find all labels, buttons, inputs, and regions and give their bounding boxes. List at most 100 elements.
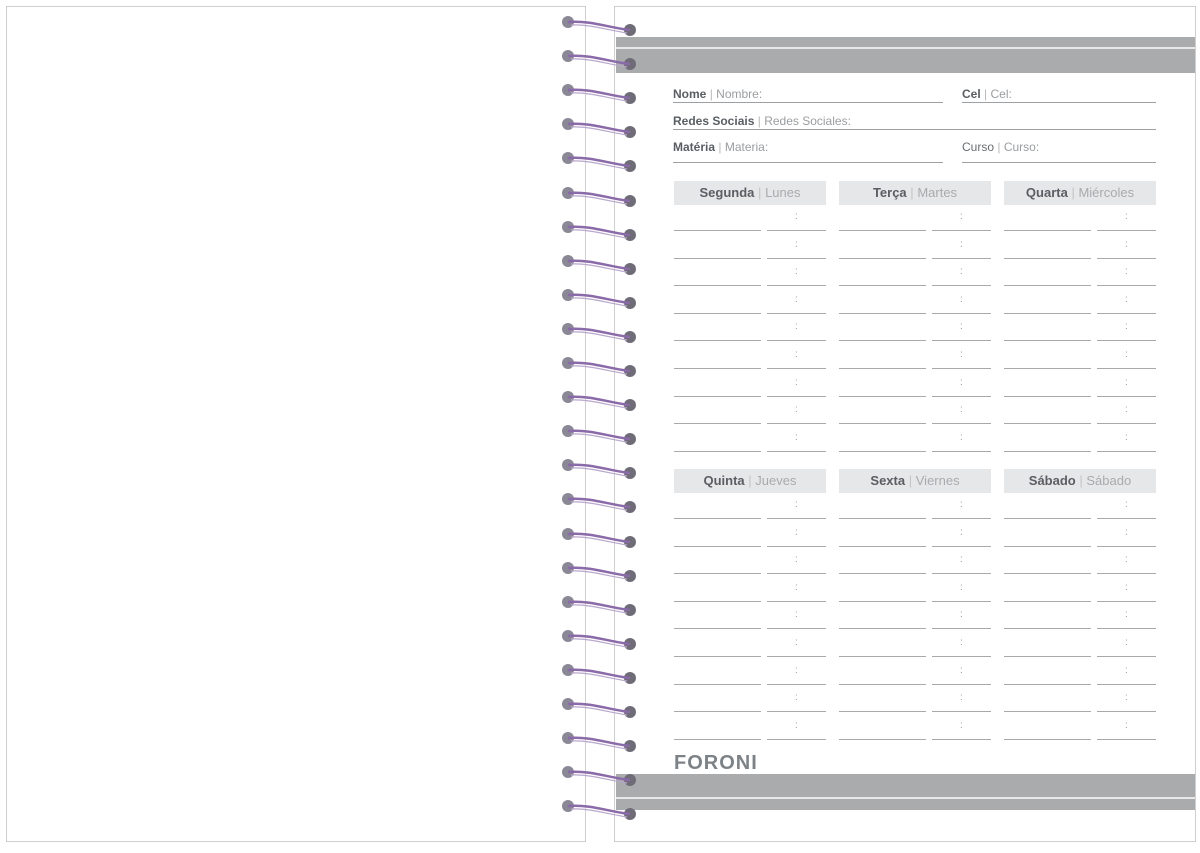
time-entry-line[interactable] bbox=[767, 711, 826, 713]
subject-entry-line[interactable] bbox=[1004, 738, 1091, 740]
subject-entry-line[interactable] bbox=[839, 230, 926, 231]
time-entry-line[interactable] bbox=[932, 628, 991, 630]
subject-entry-line[interactable] bbox=[839, 573, 926, 575]
time-entry-line[interactable] bbox=[767, 573, 826, 575]
subject-entry-line[interactable] bbox=[1004, 285, 1091, 287]
time-entry-line[interactable] bbox=[932, 285, 991, 287]
subject-entry-line[interactable] bbox=[839, 312, 926, 314]
time-entry-line[interactable] bbox=[1097, 518, 1156, 519]
subject-entry-line[interactable] bbox=[674, 312, 761, 314]
subject-entry-line[interactable] bbox=[674, 545, 761, 547]
subject-entry-line[interactable] bbox=[839, 285, 926, 287]
time-entry-line[interactable] bbox=[932, 450, 991, 452]
subject-entry-line[interactable] bbox=[674, 738, 761, 740]
subject-entry-line[interactable] bbox=[674, 450, 761, 452]
time-entry-line[interactable] bbox=[1097, 656, 1156, 657]
time-entry-line[interactable] bbox=[767, 628, 826, 630]
time-entry-line[interactable] bbox=[932, 340, 991, 342]
time-entry-line[interactable] bbox=[767, 450, 826, 452]
social-field-line[interactable] bbox=[673, 129, 1156, 130]
time-entry-line[interactable] bbox=[1097, 285, 1156, 287]
time-entry-line[interactable] bbox=[932, 257, 991, 259]
subject-entry-line[interactable] bbox=[674, 518, 761, 519]
cel-field-line[interactable] bbox=[962, 102, 1156, 103]
time-entry-line[interactable] bbox=[767, 545, 826, 547]
time-entry-line[interactable] bbox=[1097, 738, 1156, 740]
time-entry-line[interactable] bbox=[1097, 683, 1156, 685]
time-entry-line[interactable] bbox=[1097, 395, 1156, 397]
subject-entry-line[interactable] bbox=[1004, 656, 1091, 657]
subject-entry-line[interactable] bbox=[839, 340, 926, 342]
subject-entry-line[interactable] bbox=[674, 395, 761, 397]
time-entry-line[interactable] bbox=[1097, 368, 1156, 369]
subject-entry-line[interactable] bbox=[1004, 683, 1091, 685]
subject-entry-line[interactable] bbox=[1004, 711, 1091, 713]
time-entry-line[interactable] bbox=[767, 683, 826, 685]
subject-entry-line[interactable] bbox=[839, 628, 926, 630]
time-entry-line[interactable] bbox=[932, 312, 991, 314]
subject-entry-line[interactable] bbox=[1004, 368, 1091, 369]
subject-entry-line[interactable] bbox=[674, 628, 761, 630]
subject-entry-line[interactable] bbox=[674, 230, 761, 231]
time-entry-line[interactable] bbox=[1097, 340, 1156, 342]
time-entry-line[interactable] bbox=[932, 545, 991, 547]
time-entry-line[interactable] bbox=[932, 368, 991, 369]
time-entry-line[interactable] bbox=[1097, 450, 1156, 452]
time-entry-line[interactable] bbox=[932, 683, 991, 685]
time-entry-line[interactable] bbox=[932, 711, 991, 713]
subject-entry-line[interactable] bbox=[839, 683, 926, 685]
subject-entry-line[interactable] bbox=[674, 368, 761, 369]
time-entry-line[interactable] bbox=[767, 230, 826, 231]
subject-entry-line[interactable] bbox=[839, 600, 926, 602]
subject-entry-line[interactable] bbox=[674, 423, 761, 425]
subject-entry-line[interactable] bbox=[674, 285, 761, 287]
time-entry-line[interactable] bbox=[767, 395, 826, 397]
time-entry-line[interactable] bbox=[932, 423, 991, 425]
time-entry-line[interactable] bbox=[767, 257, 826, 259]
time-entry-line[interactable] bbox=[1097, 711, 1156, 713]
subject-entry-line[interactable] bbox=[839, 711, 926, 713]
time-entry-line[interactable] bbox=[1097, 423, 1156, 425]
subject-entry-line[interactable] bbox=[1004, 600, 1091, 602]
subject-entry-line[interactable] bbox=[674, 257, 761, 259]
course-field-line[interactable] bbox=[962, 162, 1156, 163]
subject-entry-line[interactable] bbox=[839, 368, 926, 369]
subject-entry-line[interactable] bbox=[1004, 423, 1091, 425]
time-entry-line[interactable] bbox=[1097, 257, 1156, 259]
time-entry-line[interactable] bbox=[932, 738, 991, 740]
time-entry-line[interactable] bbox=[932, 230, 991, 231]
subject-entry-line[interactable] bbox=[674, 340, 761, 342]
subject-entry-line[interactable] bbox=[839, 738, 926, 740]
time-entry-line[interactable] bbox=[767, 423, 826, 425]
name-field-line[interactable] bbox=[673, 102, 943, 103]
time-entry-line[interactable] bbox=[1097, 600, 1156, 602]
time-entry-line[interactable] bbox=[767, 368, 826, 369]
time-entry-line[interactable] bbox=[1097, 573, 1156, 575]
subject-entry-line[interactable] bbox=[1004, 628, 1091, 630]
time-entry-line[interactable] bbox=[767, 600, 826, 602]
subject-entry-line[interactable] bbox=[839, 518, 926, 519]
time-entry-line[interactable] bbox=[767, 312, 826, 314]
time-entry-line[interactable] bbox=[932, 395, 991, 397]
time-entry-line[interactable] bbox=[1097, 545, 1156, 547]
subject-entry-line[interactable] bbox=[1004, 450, 1091, 452]
time-entry-line[interactable] bbox=[767, 656, 826, 657]
time-entry-line[interactable] bbox=[767, 285, 826, 287]
subject-entry-line[interactable] bbox=[839, 450, 926, 452]
subject-entry-line[interactable] bbox=[839, 423, 926, 425]
subject-entry-line[interactable] bbox=[674, 600, 761, 602]
time-entry-line[interactable] bbox=[767, 340, 826, 342]
subject-entry-line[interactable] bbox=[1004, 573, 1091, 575]
time-entry-line[interactable] bbox=[932, 573, 991, 575]
time-entry-line[interactable] bbox=[767, 518, 826, 519]
subject-entry-line[interactable] bbox=[839, 545, 926, 547]
subject-entry-line[interactable] bbox=[674, 711, 761, 713]
subject-entry-line[interactable] bbox=[839, 395, 926, 397]
subject-entry-line[interactable] bbox=[1004, 312, 1091, 314]
subject-entry-line[interactable] bbox=[1004, 257, 1091, 259]
subject-entry-line[interactable] bbox=[1004, 545, 1091, 547]
subject-entry-line[interactable] bbox=[1004, 340, 1091, 342]
subject-entry-line[interactable] bbox=[674, 573, 761, 575]
time-entry-line[interactable] bbox=[932, 518, 991, 519]
subject-entry-line[interactable] bbox=[674, 683, 761, 685]
